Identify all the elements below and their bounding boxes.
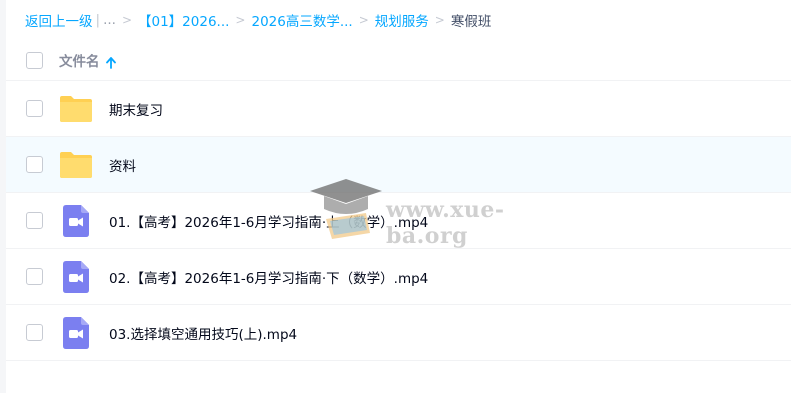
row-checkbox[interactable] (26, 212, 43, 229)
row-checkbox[interactable] (26, 268, 43, 285)
file-name[interactable]: 期末复习 (109, 99, 163, 119)
file-row[interactable]: 02.【高考】2026年1-6月学习指南·下（数学）.mp4 (6, 249, 791, 305)
breadcrumb-current: 寒假班 (450, 14, 492, 30)
file-name[interactable]: 01.【高考】2026年1-6月学习指南·上（数学）.mp4 (109, 211, 428, 231)
breadcrumb-ellipsis[interactable]: ... (103, 12, 116, 28)
folder-icon (59, 92, 93, 126)
row-checkbox[interactable] (26, 100, 43, 117)
breadcrumb-pipe: | (95, 12, 101, 28)
video-file-icon (59, 316, 93, 350)
column-filename-header[interactable]: 文件名 (59, 50, 100, 70)
file-row[interactable]: 03.选择填空通用技巧(上).mp4 (6, 305, 791, 361)
arrow-up-icon[interactable] (105, 54, 116, 69)
file-name[interactable]: 02.【高考】2026年1-6月学习指南·下（数学）.mp4 (109, 267, 428, 287)
row-checkbox[interactable] (26, 156, 43, 173)
breadcrumb-separator: > (358, 13, 369, 27)
folder-icon (59, 148, 93, 182)
select-all-checkbox[interactable] (26, 51, 43, 69)
breadcrumb-item-3[interactable]: 规划服务 (375, 10, 429, 30)
breadcrumb: 返回上一级 | ... > 【01】2026... > 2026高三数学... … (25, 10, 491, 30)
video-file-icon (59, 260, 93, 294)
breadcrumb-item-1[interactable]: 【01】2026... (138, 10, 229, 30)
breadcrumb-item-2[interactable]: 2026高三数学... (251, 10, 352, 30)
row-checkbox[interactable] (26, 324, 43, 341)
file-list-panel: 返回上一级 | ... > 【01】2026... > 2026高三数学... … (6, 0, 791, 393)
file-name[interactable]: 资料 (109, 155, 136, 175)
file-row[interactable]: 资料 (6, 137, 791, 193)
breadcrumb-separator: > (434, 13, 445, 27)
file-name[interactable]: 03.选择填空通用技巧(上).mp4 (109, 323, 297, 343)
breadcrumb-back-link[interactable]: 返回上一级 (25, 10, 93, 30)
breadcrumb-separator: > (121, 13, 132, 27)
breadcrumb-separator: > (235, 13, 246, 27)
file-row[interactable]: 01.【高考】2026年1-6月学习指南·上（数学）.mp4 (6, 193, 791, 249)
file-row[interactable]: 期末复习 (6, 81, 791, 137)
list-header: 文件名 (6, 40, 791, 81)
video-file-icon (59, 204, 93, 238)
